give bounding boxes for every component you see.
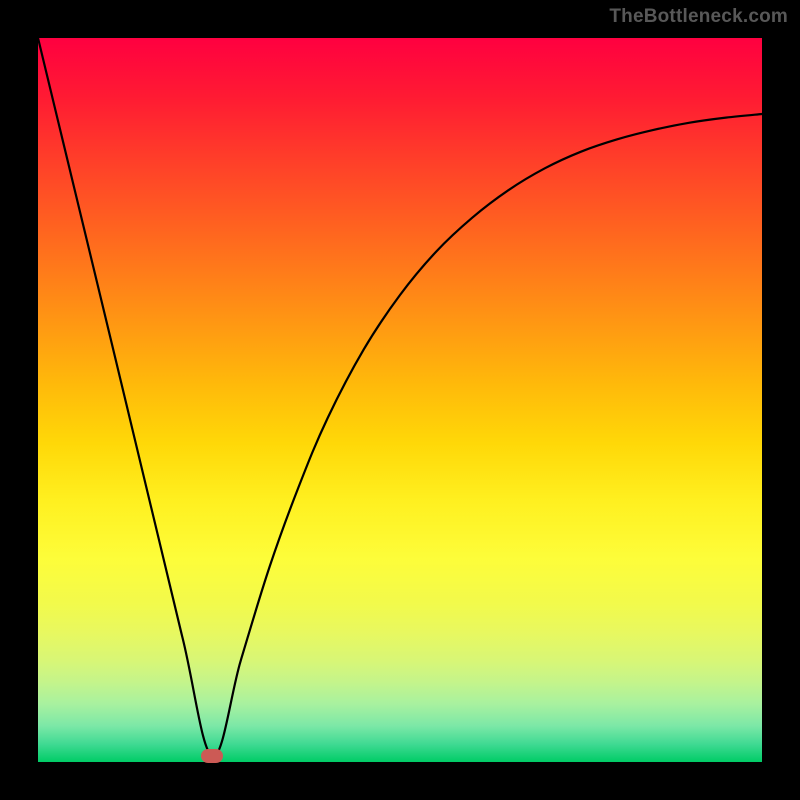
attribution-text: TheBottleneck.com <box>609 6 788 28</box>
optimum-marker <box>201 749 223 763</box>
bottleneck-curve <box>38 38 762 756</box>
plot-area <box>38 38 762 762</box>
chart-wrapper: TheBottleneck.com <box>0 0 800 800</box>
curve-svg <box>38 38 762 762</box>
